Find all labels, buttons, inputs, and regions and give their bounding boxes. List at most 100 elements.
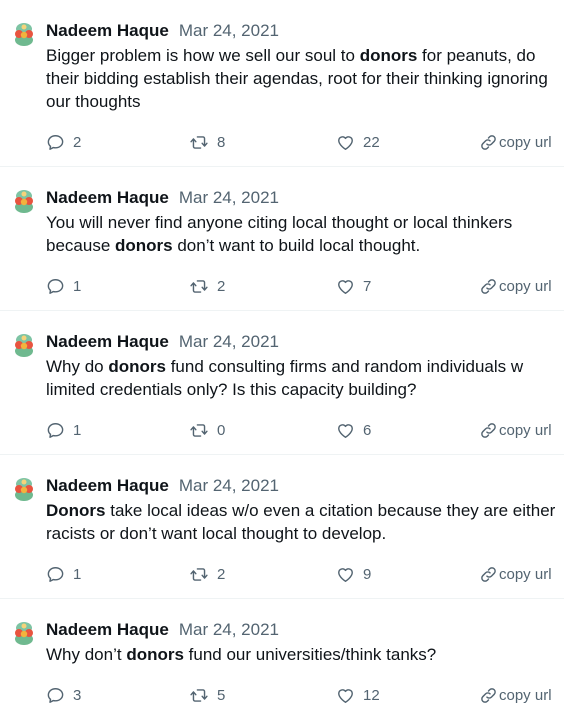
author-name[interactable]: Nadeem Haque: [46, 620, 169, 639]
avatar[interactable]: [10, 475, 38, 503]
retweet-button[interactable]: 5: [189, 683, 225, 707]
avatar[interactable]: [10, 187, 38, 215]
reply-icon: [47, 687, 64, 703]
like-count: 22: [363, 133, 380, 151]
tweet-date[interactable]: Mar 24, 2021: [179, 620, 279, 639]
heart-icon: [338, 135, 353, 150]
copy-url-label: copy url: [499, 421, 552, 439]
retweet-count: 0: [217, 421, 226, 439]
reply-button[interactable]: 3: [46, 683, 81, 707]
tweet: Nadeem Haque Mar 24, 2021 Bigger problem …: [0, 0, 564, 167]
retweet-count: 5: [217, 686, 226, 704]
retweet-button[interactable]: 2: [189, 274, 225, 298]
author-name[interactable]: Nadeem Haque: [46, 476, 169, 495]
copy-url-button[interactable]: copy url: [479, 418, 552, 442]
avatar[interactable]: [10, 331, 38, 359]
retweet-button[interactable]: 0: [189, 418, 225, 442]
heart-icon: [338, 688, 353, 703]
heart-icon: [338, 423, 353, 438]
reply-count: 3: [73, 686, 82, 704]
retweet-button[interactable]: 2: [189, 562, 225, 586]
like-button[interactable]: 22: [336, 130, 380, 154]
copy-url-label: copy url: [499, 277, 552, 295]
tweet-header: Nadeem Haque Mar 24, 2021: [46, 455, 556, 497]
like-button[interactable]: 7: [336, 274, 371, 298]
text-segment: Why do: [46, 357, 109, 376]
reply-button[interactable]: 1: [46, 562, 81, 586]
reply-count: 1: [73, 277, 82, 295]
like-count: 6: [363, 421, 372, 439]
tweet-text: You will never find anyone citing local …: [46, 211, 556, 257]
retweet-icon: [190, 135, 208, 149]
like-button[interactable]: 6: [336, 418, 371, 442]
tweet-text: Why don’t donors fund our universities/t…: [46, 643, 556, 666]
link-icon: [481, 134, 496, 150]
tweet: Nadeem Haque Mar 24, 2021 Donors take loc…: [0, 455, 564, 599]
like-button[interactable]: 12: [336, 683, 380, 707]
copy-url-button[interactable]: copy url: [479, 274, 552, 298]
like-button[interactable]: 9: [336, 562, 371, 586]
reply-count: 1: [73, 565, 82, 583]
retweet-icon: [190, 688, 208, 702]
tweet-actions: 1 2 7 copy url: [46, 274, 556, 298]
tweet-actions: 2 8 22 copy url: [46, 130, 556, 154]
reply-icon: [47, 422, 64, 438]
text-segment: Why don’t: [46, 645, 127, 664]
tweet-actions: 1 2 9 copy url: [46, 562, 556, 586]
author-name[interactable]: Nadeem Haque: [46, 332, 169, 351]
tweet-actions: 3 5 12 copy url: [46, 683, 556, 707]
retweet-icon: [190, 567, 208, 581]
tweet-date[interactable]: Mar 24, 2021: [179, 188, 279, 207]
author-name[interactable]: Nadeem Haque: [46, 21, 169, 40]
tweet-feed: Nadeem Haque Mar 24, 2021 Bigger problem …: [0, 0, 564, 707]
keyword-highlight: donors: [115, 236, 173, 255]
like-count: 12: [363, 686, 380, 704]
tweet-date[interactable]: Mar 24, 2021: [179, 332, 279, 351]
tweet-actions: 1 0 6 copy url: [46, 418, 556, 442]
retweet-button[interactable]: 8: [189, 130, 225, 154]
copy-url-button[interactable]: copy url: [479, 562, 552, 586]
text-segment: Bigger problem is how we sell our soul t…: [46, 46, 360, 65]
tweet: Nadeem Haque Mar 24, 2021 Why don’t donor…: [0, 599, 564, 707]
reply-icon: [47, 134, 64, 150]
keyword-highlight: donors: [126, 645, 184, 664]
reply-count: 2: [73, 133, 82, 151]
link-icon: [481, 278, 496, 294]
tweet-header: Nadeem Haque Mar 24, 2021: [46, 167, 556, 209]
link-icon: [481, 687, 496, 703]
reply-count: 1: [73, 421, 82, 439]
heart-icon: [338, 567, 353, 582]
retweet-count: 2: [217, 277, 226, 295]
tweet-date[interactable]: Mar 24, 2021: [179, 476, 279, 495]
reply-icon: [47, 278, 64, 294]
tweet: Nadeem Haque Mar 24, 2021 You will never …: [0, 167, 564, 311]
tweet-header: Nadeem Haque Mar 24, 2021: [46, 599, 556, 641]
text-segment: don’t want to build local thought.: [172, 236, 421, 255]
retweet-count: 2: [217, 565, 226, 583]
retweet-count: 8: [217, 133, 226, 151]
copy-url-label: copy url: [499, 565, 552, 583]
tweet-text: Why do donors fund consulting firms and …: [46, 355, 556, 401]
copy-url-label: copy url: [499, 133, 552, 151]
tweet-header: Nadeem Haque Mar 24, 2021: [46, 311, 556, 353]
keyword-highlight: donors: [359, 46, 418, 65]
tweet-text: Donors take local ideas w/o even a citat…: [46, 499, 556, 545]
text-segment: take local ideas w/o even a citation bec…: [46, 501, 556, 543]
reply-button[interactable]: 2: [46, 130, 81, 154]
reply-button[interactable]: 1: [46, 274, 81, 298]
copy-url-button[interactable]: copy url: [479, 130, 552, 154]
link-icon: [481, 422, 496, 438]
reply-icon: [47, 566, 64, 582]
keyword-highlight: Donors: [46, 501, 106, 520]
like-count: 7: [363, 277, 372, 295]
avatar[interactable]: [10, 20, 38, 48]
author-name[interactable]: Nadeem Haque: [46, 188, 169, 207]
like-count: 9: [363, 565, 372, 583]
keyword-highlight: donors: [108, 357, 166, 376]
tweet-header: Nadeem Haque Mar 24, 2021: [46, 0, 556, 42]
reply-button[interactable]: 1: [46, 418, 81, 442]
copy-url-button[interactable]: copy url: [479, 683, 552, 707]
tweet-date[interactable]: Mar 24, 2021: [179, 21, 279, 40]
text-segment: fund our universities/think tanks?: [183, 645, 437, 664]
avatar[interactable]: [10, 619, 38, 647]
